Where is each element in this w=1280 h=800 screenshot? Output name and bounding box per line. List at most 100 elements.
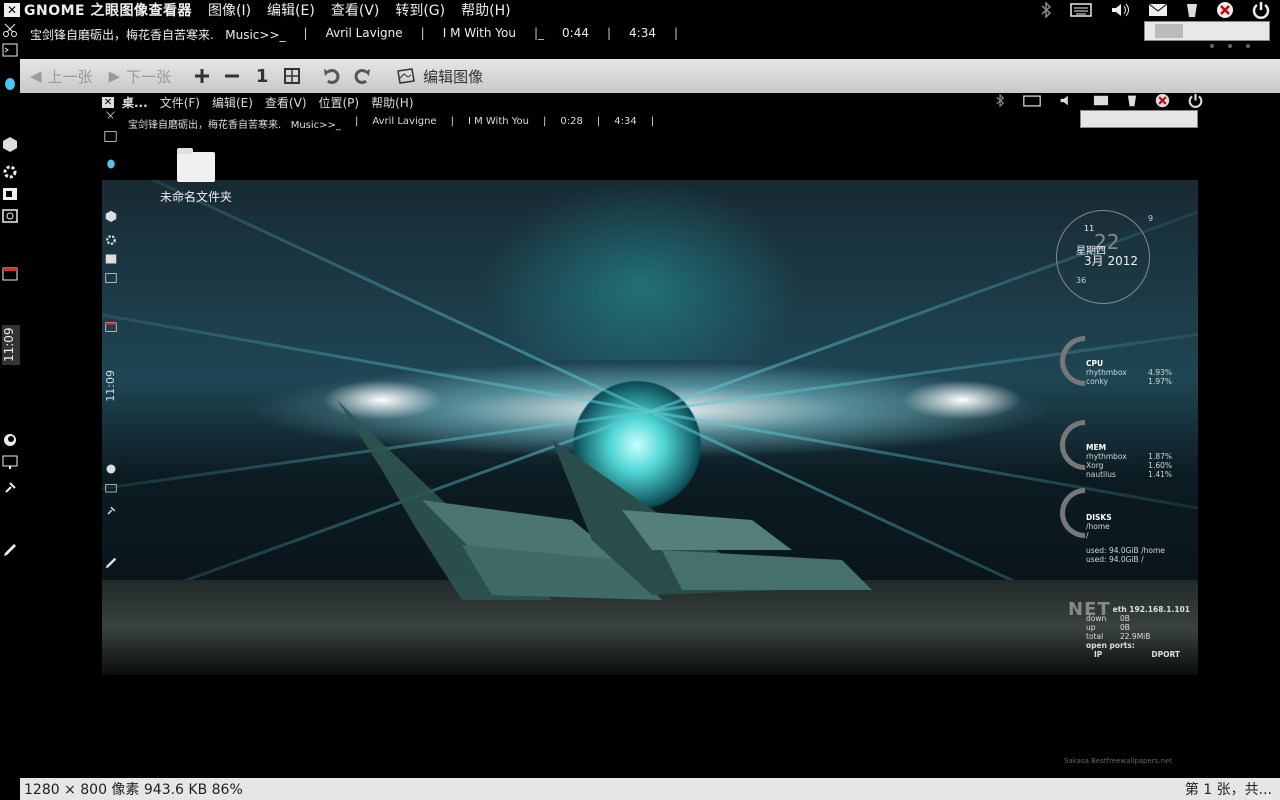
power-icon[interactable] (1252, 1, 1270, 19)
menu-go[interactable]: 转到(G) (395, 0, 445, 20)
wallpaper-watermark: Sakasa Bestfreewallpapers.net (1064, 757, 1173, 765)
inner-firefox-icon (106, 464, 116, 474)
inner-close-icon: ✕ (102, 96, 114, 108)
conky-date-widget: 22 11 9 星期四 3月 2012 36 (1056, 210, 1153, 304)
inner-music-total: 4:34 (614, 116, 637, 127)
fit-icon (284, 68, 301, 84)
desktop-icon[interactable] (2, 454, 18, 470)
screenshot-icon[interactable] (2, 186, 18, 202)
rotate-right-button[interactable] (351, 65, 373, 87)
back-arrow-icon: ◀ (30, 67, 42, 85)
terminal-icon[interactable] (2, 42, 18, 58)
workspace-switcher[interactable] (1144, 21, 1270, 41)
menu-image[interactable]: 图像(I) (208, 0, 251, 20)
inner-qq-icon (107, 159, 115, 169)
inner-window-icon (105, 322, 117, 332)
edit-image-label: 编辑图像 (423, 67, 484, 86)
conky-minute-mark: 36 (1076, 276, 1087, 285)
inner-camera-icon (105, 273, 117, 283)
next-label: 下一张 (126, 67, 172, 86)
conky-net: NET eth 192.168.1.101 down 0B up 0B total 2… (1068, 599, 1190, 660)
menubar: ✕ GNOME 之眼图像查看器 图像(I) 编辑(E) 查看(V) 转到(G) … (0, 0, 1040, 20)
inner-menu-view: 查看(V) (264, 95, 307, 110)
inner-error-icon (1155, 93, 1170, 108)
inner-music-track: I M With You (467, 116, 530, 127)
bluetooth-icon[interactable] (1040, 2, 1052, 18)
rotate-left-button[interactable] (321, 65, 343, 87)
folder-icon (177, 148, 215, 182)
inner-music-elapsed: 0:28 (560, 116, 583, 127)
scissors-icon[interactable] (2, 22, 18, 38)
pin-icon[interactable] (2, 480, 18, 496)
next-button[interactable]: ▶ 下一张 (109, 66, 172, 87)
previous-button[interactable]: ◀ 上一张 (30, 66, 93, 87)
music-quote: 宝剑锋自磨砺出，梅花香自苦寒来. Music>>_ (30, 28, 286, 42)
conky-disks: DISKS /home / used: 94.0GiB /home used: … (1086, 513, 1165, 564)
inner-messaging-icon (1127, 95, 1137, 107)
volume-icon[interactable] (1110, 2, 1130, 18)
inner-menu-places: 位置(P) (318, 95, 360, 110)
minus-icon (225, 74, 240, 78)
forward-arrow-icon: ▶ (108, 67, 121, 85)
inner-package-icon (105, 210, 117, 222)
conky-hour-mark: 11 (1084, 224, 1095, 233)
image-position: 第 1 张，共... (1184, 782, 1272, 798)
rotate-right-icon (354, 69, 371, 84)
inner-mail-icon (1093, 95, 1109, 106)
zoom-out-button[interactable] (221, 65, 243, 87)
qq-penguin-icon[interactable] (2, 76, 18, 92)
music-track: I M With You (442, 26, 516, 40)
conky-cpu: CPU rhythmbox 4.93% conky 1.97% (1086, 359, 1172, 386)
conky-mem: MEM rhythmbox 1.87% Xorg 1.60% nautilus 1.4… (1086, 443, 1172, 479)
zoom-normal-button[interactable]: 1 (251, 65, 273, 87)
previous-label: 上一张 (47, 67, 93, 86)
edit-image-icon (397, 68, 415, 84)
separator: | (420, 26, 425, 40)
zoom-fit-button[interactable] (281, 65, 303, 87)
separator: | (606, 26, 612, 40)
conky-monthyear: 3月 2012 (1084, 254, 1138, 268)
package-icon[interactable] (2, 136, 18, 152)
desktop-folder: 未命名文件夹 (156, 148, 236, 205)
firefox-icon[interactable] (2, 432, 18, 448)
inner-music-quote: 宝剑锋自磨砺出，梅花香自苦寒来. Music>>_ (128, 120, 341, 131)
inner-keyboard-icon (1023, 94, 1041, 107)
inner-left-panel (102, 108, 120, 588)
nebula (482, 180, 802, 360)
inner-music-ticker: 宝剑锋自磨砺出，梅花香自苦寒来. Music>>_ | Avril Lavign… (128, 116, 655, 131)
inner-tray (995, 93, 1203, 108)
mail-icon[interactable] (1148, 3, 1168, 17)
menu-edit[interactable]: 编辑(E) (267, 0, 315, 20)
folder-label: 未命名文件夹 (159, 190, 232, 204)
zoom-in-button[interactable] (191, 65, 213, 87)
pen-icon[interactable] (2, 542, 18, 558)
music-artist: Avril Lavigne (325, 26, 403, 40)
inner-volume-icon (1060, 95, 1068, 106)
inner-panel-clock: 11:09 (104, 370, 117, 402)
workspace-dots (1210, 44, 1250, 48)
messaging-icon[interactable] (1186, 2, 1198, 18)
panel-clock[interactable]: 11:09 (2, 325, 20, 365)
inner-workspace-switcher (1080, 110, 1198, 128)
network-error-icon[interactable] (1216, 1, 1234, 19)
pyramid-shapes (337, 400, 872, 600)
app-title: GNOME 之眼图像查看器 (24, 3, 192, 19)
menu-help[interactable]: 帮助(H) (461, 0, 510, 20)
inner-screenshot-icon (105, 254, 117, 264)
workspace-1[interactable] (1155, 24, 1183, 38)
separator: | (673, 26, 679, 40)
system-tray (1040, 0, 1280, 20)
inner-desktop-icon (105, 484, 117, 493)
menu-view[interactable]: 查看(V) (331, 0, 380, 20)
keyboard-icon[interactable] (1070, 3, 1092, 17)
status-bar: 1280 × 800 像素 943.6 KB 86% 第 1 张，共... (20, 778, 1280, 800)
inner-menu-edit: 编辑(E) (211, 95, 253, 110)
inner-terminal-icon (104, 131, 117, 142)
settings-icon[interactable] (2, 164, 18, 180)
inner-bluetooth-icon (996, 94, 1005, 107)
camera-icon[interactable] (2, 208, 18, 224)
close-icon[interactable]: ✕ (4, 3, 20, 17)
edit-image-button[interactable]: 编辑图像 (395, 66, 483, 87)
window-icon[interactable] (2, 266, 18, 282)
rotate-left-icon (324, 69, 340, 84)
